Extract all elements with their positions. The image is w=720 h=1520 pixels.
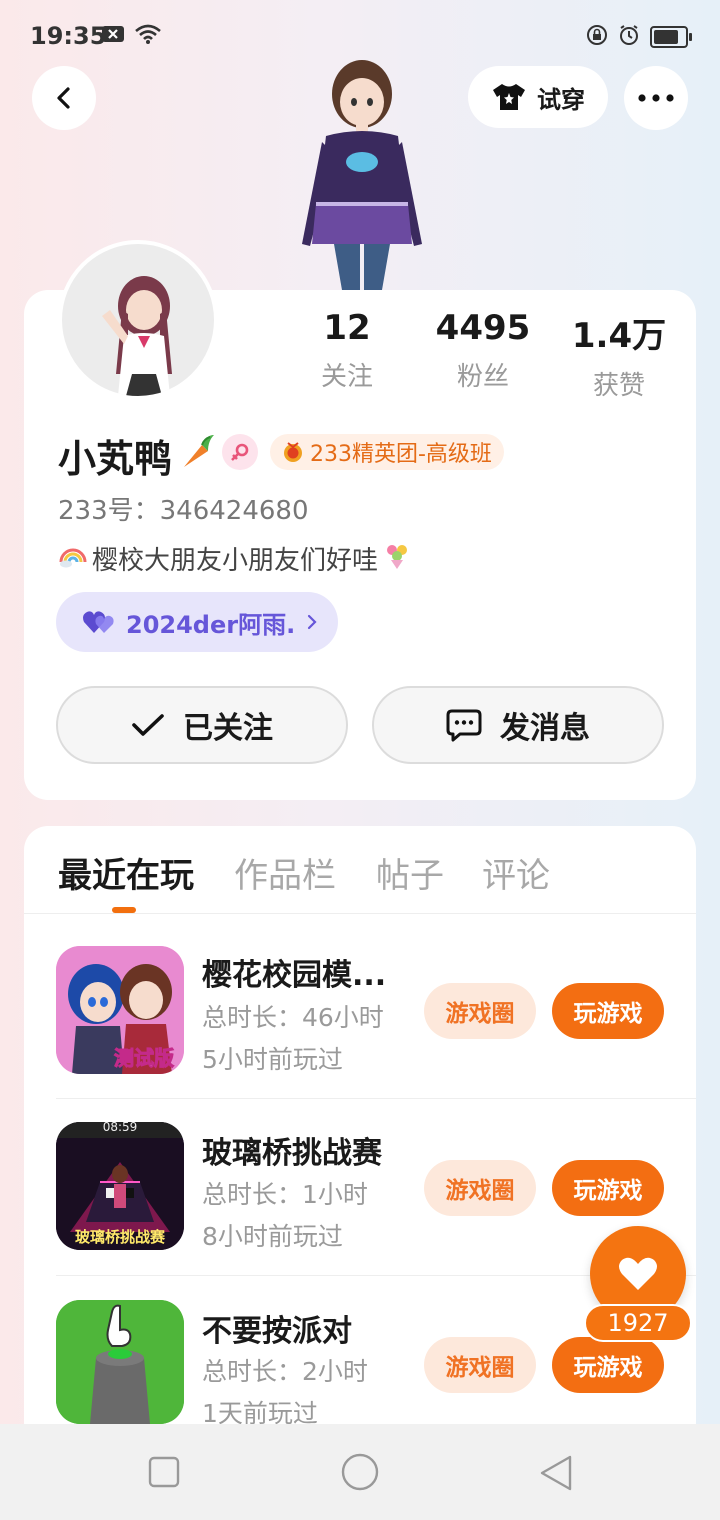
rainbow-emoji-icon — [58, 540, 88, 577]
game-icon-timer: 08:59 — [102, 1122, 138, 1134]
home-button[interactable] — [340, 1452, 380, 1496]
game-duration: 总时长：46小时 — [202, 1003, 384, 1032]
game-icon-glass-bridge[interactable]: 08:59 玻璃桥挑战赛 — [56, 1122, 184, 1250]
notification-icon — [102, 25, 124, 47]
alarm-icon — [618, 24, 640, 50]
divider — [56, 1098, 696, 1099]
square-icon — [148, 1456, 180, 1488]
tab-posts[interactable]: 帖子 — [376, 848, 444, 897]
game-title[interactable]: 玻璃桥挑战赛 — [202, 1128, 382, 1172]
game-circle-button[interactable]: 游戏圈 — [424, 1160, 536, 1216]
play-game-button[interactable]: 玩游戏 — [552, 983, 664, 1039]
divider — [24, 913, 696, 914]
battery-icon — [650, 26, 692, 48]
back-nav-button[interactable] — [538, 1454, 574, 1496]
game-circle-button[interactable]: 游戏圈 — [424, 1337, 536, 1393]
gender-female-icon — [222, 434, 258, 470]
stat-label: 粉丝 — [456, 362, 509, 392]
recents-button[interactable] — [148, 1456, 180, 1492]
game-icon-caption: 玻璃桥挑战赛 — [74, 1228, 165, 1246]
more-dots-icon — [638, 94, 674, 102]
game-icon-caption: 测试版 — [114, 1046, 175, 1071]
rank-badge-label: 233精英团-高级班 — [310, 442, 492, 467]
tab-recently-played[interactable]: 最近在玩 — [58, 848, 194, 897]
username-row: 小芄鸭 — [58, 428, 218, 483]
stat-label: 关注 — [320, 362, 373, 392]
stat-followers[interactable]: 4495 粉丝 — [418, 308, 548, 393]
game-icon-sakura[interactable]: 测试版 — [56, 946, 184, 1074]
send-message-label: 发消息 — [500, 711, 590, 746]
avatar[interactable] — [58, 240, 218, 400]
back-button[interactable] — [32, 66, 96, 130]
chat-bubble-icon — [446, 709, 482, 742]
stat-value: 1.4万 — [571, 316, 667, 356]
like-count: 1927 — [584, 1304, 692, 1342]
carrot-icon — [178, 431, 218, 480]
circle-icon — [341, 1453, 379, 1491]
play-game-button[interactable]: 玩游戏 — [552, 1337, 664, 1393]
try-on-button[interactable]: 试穿 — [468, 66, 608, 128]
stat-value: 12 — [323, 308, 371, 348]
bouquet-emoji-icon — [382, 540, 412, 577]
tab-comments[interactable]: 评论 — [482, 848, 550, 897]
partner-label: 2024der阿雨. — [126, 610, 296, 639]
lock-rotation-icon — [586, 24, 608, 50]
username: 小芄鸭 — [58, 437, 173, 481]
user-id[interactable]: 233号：346424680 — [58, 490, 309, 527]
stat-likes[interactable]: 1.4万 获赞 — [554, 308, 684, 402]
game-last-played: 8小时前玩过 — [202, 1222, 343, 1251]
game-icon-dont-press[interactable] — [56, 1300, 184, 1424]
game-duration: 总时长：1小时 — [202, 1180, 368, 1209]
try-on-label: 试穿 — [537, 85, 585, 114]
double-heart-icon — [83, 611, 114, 633]
bio-text: 樱校大朋友小朋友们好哇 — [92, 546, 379, 576]
check-icon — [132, 714, 164, 736]
more-button[interactable] — [624, 66, 688, 130]
heart-icon — [619, 1257, 657, 1290]
tshirt-icon — [493, 84, 525, 110]
status-time: 19:35 — [30, 22, 107, 50]
tab-works[interactable]: 作品栏 — [234, 848, 336, 897]
partner-pill[interactable]: 2024der阿雨. — [56, 592, 338, 652]
game-title[interactable]: 樱花校园模... — [202, 950, 386, 994]
followed-button[interactable]: 已关注 — [56, 686, 348, 764]
play-game-button[interactable]: 玩游戏 — [552, 1160, 664, 1216]
game-duration: 总时长：2小时 — [202, 1357, 368, 1386]
chevron-right-icon — [308, 614, 317, 630]
stat-value: 4495 — [435, 308, 531, 348]
triangle-back-icon — [540, 1455, 572, 1491]
rank-badge[interactable]: 233精英团-高级班 — [270, 434, 504, 470]
medal-icon — [284, 442, 302, 462]
send-message-button[interactable]: 发消息 — [372, 686, 664, 764]
avatar-figure[interactable] — [282, 54, 442, 290]
stat-label: 获赞 — [592, 371, 645, 401]
followed-label: 已关注 — [183, 711, 273, 746]
game-circle-button[interactable]: 游戏圈 — [424, 983, 536, 1039]
system-nav-bar — [0, 1424, 720, 1520]
game-title[interactable]: 不要按派对 — [202, 1306, 352, 1350]
chevron-left-icon — [57, 87, 70, 109]
wifi-icon — [134, 24, 162, 48]
bio: 樱校大朋友小朋友们好哇 — [58, 540, 412, 577]
game-last-played: 5小时前玩过 — [202, 1045, 343, 1074]
stat-following[interactable]: 12 关注 — [282, 308, 412, 393]
